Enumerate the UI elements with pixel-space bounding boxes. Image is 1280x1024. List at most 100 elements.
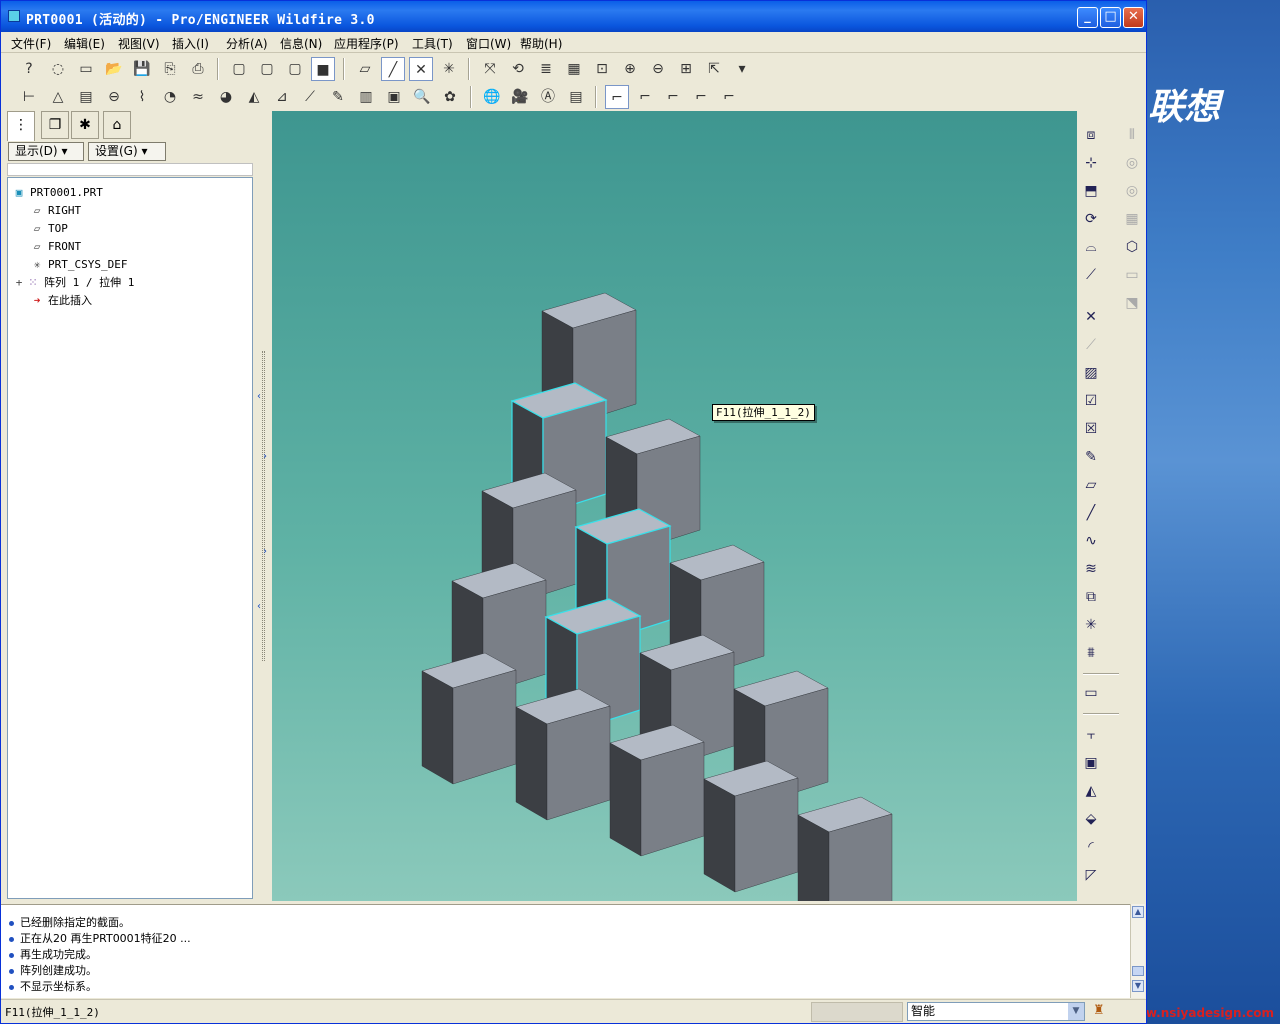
chevron-down-icon[interactable]: ▼	[1068, 1003, 1084, 1020]
spin-center-icon[interactable]: ⤧	[478, 57, 502, 81]
table-icon[interactable]: ▥	[354, 85, 378, 109]
highlight-icon[interactable]: ✎	[326, 85, 350, 109]
annotation-icon[interactable]: Ⓐ	[536, 85, 560, 109]
menu-info[interactable]: 信息(N)	[280, 35, 322, 52]
extrude-icon[interactable]: ⬒	[1079, 179, 1103, 203]
no-hidden-icon[interactable]: ▢	[283, 57, 307, 81]
tree-search-field[interactable]	[7, 163, 253, 176]
datum-curve-dim-icon[interactable]: ⟋	[1079, 333, 1103, 357]
open-file-icon[interactable]: 📂	[102, 57, 126, 81]
new-file-icon[interactable]: ▭	[74, 57, 98, 81]
plane-tool-icon[interactable]: ▱	[1079, 473, 1103, 497]
draft-icon[interactable]: ⬙	[1079, 807, 1103, 831]
view-manager-icon[interactable]: ▦	[562, 57, 586, 81]
folder-browser-tab[interactable]: ❐	[41, 111, 69, 139]
gaussian-curvature-icon[interactable]: ◔	[158, 85, 182, 109]
model-tree-tab[interactable]: ⋮	[7, 111, 35, 141]
selection-filter-1-icon[interactable]: ⌐	[605, 85, 629, 109]
model-tree-icon[interactable]: ▣	[382, 85, 406, 109]
zoom-in-icon[interactable]: ⊕	[618, 57, 642, 81]
collapse-left-icon[interactable]: ‹	[257, 601, 261, 612]
selection-filter-select[interactable]: 智能 ▼	[907, 1002, 1085, 1021]
menu-insert[interactable]: 插入(I)	[172, 35, 209, 52]
revolve-icon[interactable]: ⟳	[1079, 207, 1103, 231]
offset-plane-icon[interactable]: ⧉	[1079, 585, 1103, 609]
datum-axes-toggle-icon[interactable]: ╱	[381, 57, 405, 81]
components-icon[interactable]: ✿	[438, 85, 462, 109]
solidify-icon[interactable]: ⬔	[1120, 291, 1144, 315]
draft-analysis-icon[interactable]: ◕	[214, 85, 238, 109]
slope-analysis-icon[interactable]: ◭	[242, 85, 266, 109]
settings-dropdown-button[interactable]: 设置(G) ▾	[88, 142, 166, 161]
help-dim-icon[interactable]: ◌	[46, 57, 70, 81]
menu-analysis[interactable]: 分析(A)	[226, 35, 268, 52]
wireframe-icon[interactable]: ▢	[227, 57, 251, 81]
repaint-icon[interactable]: ⊡	[590, 57, 614, 81]
parameters-icon[interactable]: ⊖	[102, 85, 126, 109]
measure-icon[interactable]: ⊢	[17, 85, 41, 109]
csys-toggle-icon[interactable]: ✳	[437, 57, 461, 81]
dihedral-icon[interactable]: ⟋	[298, 85, 322, 109]
refit-icon[interactable]: ⊞	[674, 57, 698, 81]
mass-properties-icon[interactable]: △	[46, 85, 70, 109]
tree-item-pattern[interactable]: + ⁙ 阵列 1 / 拉伸 1	[14, 274, 135, 292]
tree-item-top[interactable]: ▱ TOP	[30, 220, 68, 238]
csys-tool-icon[interactable]: ✳	[1079, 613, 1103, 637]
reflection-icon[interactable]: ⊿	[270, 85, 294, 109]
axis-tool-icon[interactable]: ╱	[1079, 501, 1103, 525]
blend-icon[interactable]: ⟋	[1079, 263, 1103, 287]
delete-icon[interactable]: ☒	[1079, 417, 1103, 441]
tree-item-insert-here[interactable]: ➜ 在此插入	[30, 292, 92, 310]
save-copy-icon[interactable]: ⎘	[158, 57, 182, 81]
orient-icon[interactable]: ⟲	[506, 57, 530, 81]
favorites-tab[interactable]: ✱	[71, 111, 99, 139]
datum-plane-tool-icon[interactable]: ⧈	[1079, 123, 1103, 147]
shell-tool-icon[interactable]: ▣	[1079, 751, 1103, 775]
cube-feature[interactable]	[797, 796, 893, 929]
mirror-icon[interactable]: ⫴	[1120, 123, 1144, 147]
menu-applications[interactable]: 应用程序(P)	[334, 35, 399, 52]
selection-filter-4-icon[interactable]: ⌐	[689, 85, 713, 109]
selection-filter-3-icon[interactable]: ⌐	[661, 85, 685, 109]
tree-item-front[interactable]: ▱ FRONT	[30, 238, 81, 256]
animation-icon[interactable]: 🎥	[508, 85, 532, 109]
datum-planes-toggle-icon[interactable]: ▱	[353, 57, 377, 81]
analysis-feature-icon[interactable]: ⩩	[1079, 641, 1103, 665]
tree-item-right[interactable]: ▱ RIGHT	[30, 202, 81, 220]
title-bar[interactable]: PRT0001 (活动的) - Pro/ENGINEER Wildfire 3.…	[1, 1, 1146, 32]
menu-help[interactable]: 帮助(H)	[520, 35, 562, 52]
menu-edit[interactable]: 编辑(E)	[64, 35, 105, 52]
layers-icon[interactable]: ≣	[534, 57, 558, 81]
saved-views-icon[interactable]: ▾	[730, 57, 754, 81]
cube-feature[interactable]	[703, 760, 799, 893]
collapse-left-icon[interactable]: ‹	[257, 391, 261, 402]
trim-icon[interactable]: ◎	[1120, 179, 1144, 203]
hole-icon[interactable]: ⫟	[1079, 723, 1103, 747]
zoom-out-icon[interactable]: ⊖	[646, 57, 670, 81]
scroll-down-icon[interactable]: ▼	[1132, 980, 1144, 992]
selection-filter-5-icon[interactable]: ⌐	[717, 85, 741, 109]
menu-file[interactable]: 文件(F)	[11, 35, 51, 52]
menu-window[interactable]: 窗口(W)	[466, 35, 511, 52]
maximize-button[interactable]: □	[1100, 7, 1121, 28]
regenerate-icon[interactable]: ☑	[1079, 389, 1103, 413]
curve-from-equation-icon[interactable]: ≋	[1079, 557, 1103, 581]
expand-right-icon[interactable]: ›	[263, 451, 267, 462]
datum-point-tool-icon[interactable]: ✕	[1079, 305, 1103, 329]
tree-item-csys[interactable]: ✳ PRT_CSYS_DEF	[30, 256, 128, 274]
hidden-line-icon[interactable]: ▢	[255, 57, 279, 81]
edit-definition-icon[interactable]: ▨	[1079, 361, 1103, 385]
close-button[interactable]: ✕	[1123, 7, 1144, 28]
cube-feature[interactable]	[421, 652, 517, 785]
minimize-button[interactable]: _	[1077, 7, 1098, 28]
shell-icon[interactable]: ⬡	[1120, 235, 1144, 259]
merge-icon[interactable]: ◎	[1120, 151, 1144, 175]
section-curvature-icon[interactable]: ≈	[186, 85, 210, 109]
menu-tools[interactable]: 工具(T)	[412, 35, 453, 52]
context-help-icon[interactable]: ?	[17, 57, 41, 81]
save-icon[interactable]: 💾	[130, 57, 154, 81]
round-icon[interactable]: ◜	[1079, 835, 1103, 859]
rib-icon[interactable]: ◭	[1079, 779, 1103, 803]
cube-feature[interactable]	[609, 724, 705, 857]
reorient-icon[interactable]: ⇱	[702, 57, 726, 81]
